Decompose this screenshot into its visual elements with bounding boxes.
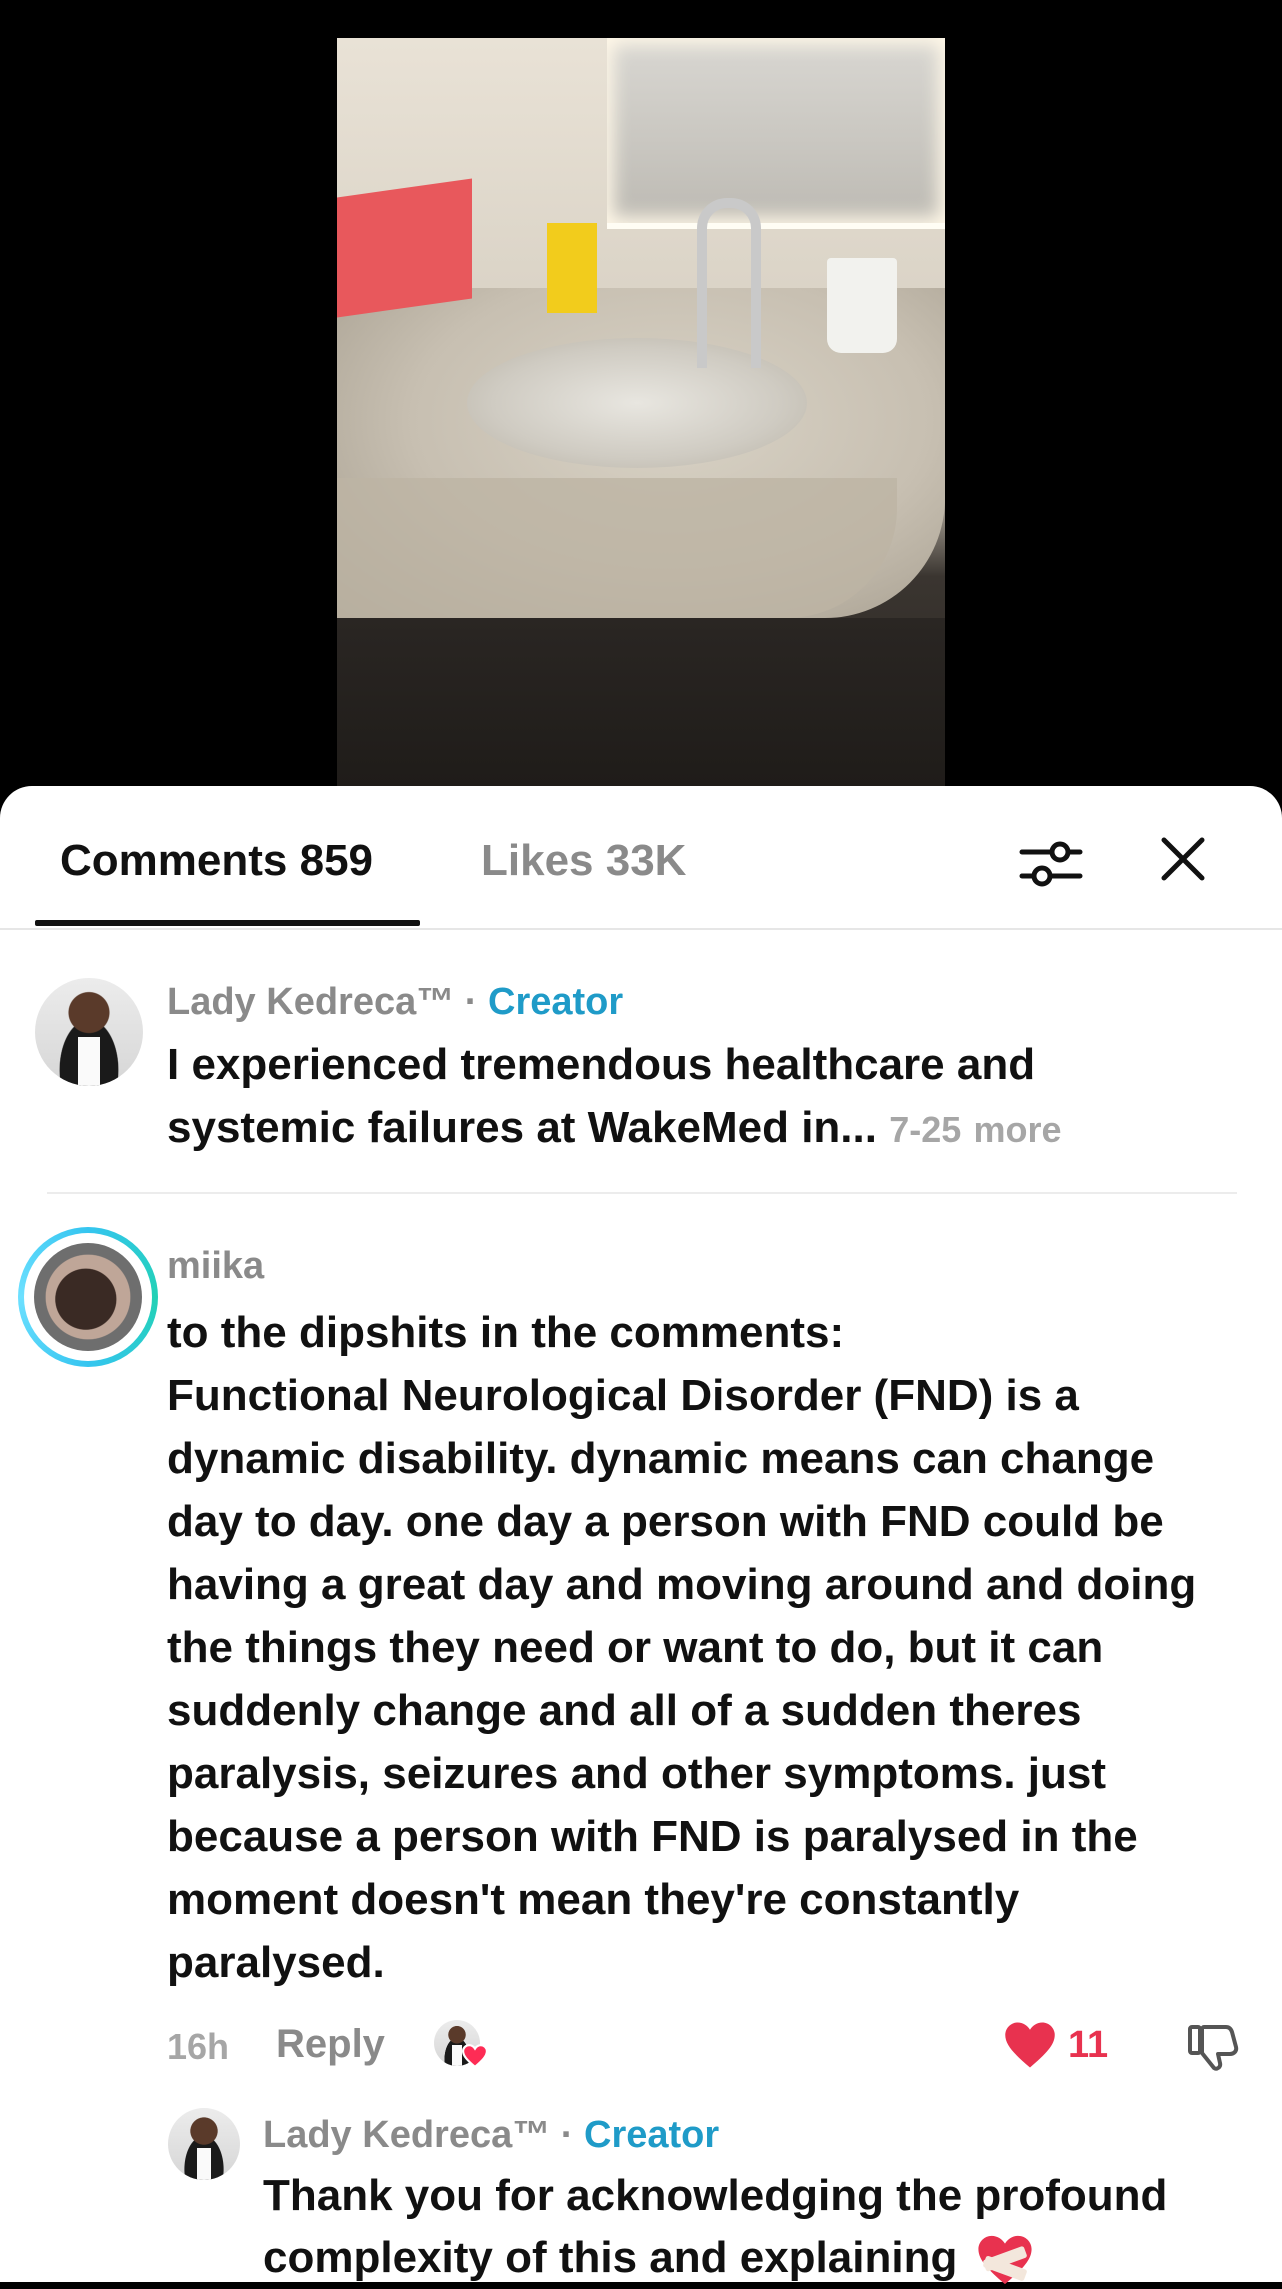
video-faucet bbox=[697, 198, 761, 368]
comment-text: to the dipshits in the comments: Functio… bbox=[167, 1301, 1196, 1994]
tab-likes[interactable]: Likes 33K bbox=[481, 836, 686, 886]
comment-line: dynamic disability. dynamic means can ch… bbox=[167, 1434, 1155, 1483]
thumbs-down-icon[interactable] bbox=[1184, 2019, 1240, 2075]
comment-line: suddenly change and all of a sudden ther… bbox=[167, 1686, 1082, 1735]
separator-dot: · bbox=[560, 2114, 574, 2156]
comment-line: systemic failures at WakeMed in... 7-25 … bbox=[167, 1096, 1062, 1161]
comment-line: to the dipshits in the comments: bbox=[167, 1308, 845, 1357]
like-count: 11 bbox=[1068, 2024, 1109, 2066]
creator-liked-avatar bbox=[434, 2020, 488, 2072]
video-mirror bbox=[607, 38, 945, 229]
comment-text: I experienced tremendous healthcare and … bbox=[167, 1033, 1062, 1161]
avatar-lady-kedreca-reply[interactable] bbox=[168, 2108, 240, 2180]
comment-line-text: complexity of this and explaining bbox=[263, 2233, 958, 2282]
sliders-icon[interactable] bbox=[1016, 828, 1086, 898]
avatar-miika[interactable] bbox=[34, 1243, 142, 1351]
separator-dot: · bbox=[464, 981, 478, 1023]
comment-line: paralysis, seizures and other symptoms. … bbox=[167, 1749, 1106, 1798]
heart-bandage-emoji-icon bbox=[977, 2236, 1032, 2285]
comment-username[interactable]: miika bbox=[167, 1245, 264, 1288]
username-text[interactable]: Lady Kedreca™ bbox=[263, 2114, 550, 2156]
comment-username[interactable]: Lady Kedreca™ · Creator bbox=[167, 981, 623, 1024]
video-red-box bbox=[337, 178, 472, 318]
video-counter-edge bbox=[337, 478, 897, 618]
creator-badge: Creator bbox=[488, 981, 624, 1023]
video-frame[interactable] bbox=[337, 38, 945, 786]
comment-line: I experienced tremendous healthcare and bbox=[167, 1040, 1036, 1089]
video-floor bbox=[337, 618, 945, 786]
video-yellow-box bbox=[547, 223, 597, 313]
video-player[interactable] bbox=[0, 0, 1282, 800]
comment-date: 7-25 bbox=[889, 1109, 962, 1150]
reply-text: Thank you for acknowledging the profound… bbox=[263, 2165, 1167, 2289]
comment-time: 16h bbox=[167, 2026, 230, 2067]
more-link[interactable]: more bbox=[974, 1109, 1062, 1150]
comment-divider bbox=[47, 1192, 1237, 1194]
active-tab-indicator bbox=[35, 920, 420, 926]
comment-line-text: systemic failures at WakeMed in... bbox=[167, 1103, 877, 1152]
comment-line: the things they need or want to do, but … bbox=[167, 1623, 1104, 1672]
avatar-lady-kedreca[interactable] bbox=[35, 978, 143, 1086]
reply-button[interactable]: Reply bbox=[276, 2022, 385, 2067]
comment-line: Thank you for acknowledging the profound bbox=[263, 2171, 1168, 2220]
creator-badge: Creator bbox=[584, 2114, 720, 2156]
comment-line: because a person with FND is paralysed i… bbox=[167, 1812, 1138, 1861]
comment-line: moment doesn't mean they're constantly bbox=[167, 1875, 1020, 1924]
comment-line: Functional Neurological Disorder (FND) i… bbox=[167, 1371, 1079, 1420]
small-heart-icon bbox=[462, 2044, 488, 2068]
reply-username[interactable]: Lady Kedreca™ · Creator bbox=[263, 2114, 719, 2157]
comment-line: complexity of this and explaining bbox=[263, 2227, 1167, 2289]
close-icon[interactable] bbox=[1152, 828, 1214, 890]
tab-bar: Comments 859 Likes 33K bbox=[0, 786, 1282, 930]
comment-line: paralysed. bbox=[167, 1938, 385, 1987]
comment-line: day to day. one day a person with FND co… bbox=[167, 1497, 1164, 1546]
heart-icon[interactable] bbox=[1003, 2020, 1057, 2070]
username-text[interactable]: Lady Kedreca™ bbox=[167, 981, 454, 1023]
video-cup bbox=[827, 258, 897, 353]
comment-line: having a great day and moving around and… bbox=[167, 1560, 1197, 1609]
tab-comments[interactable]: Comments 859 bbox=[60, 836, 373, 886]
